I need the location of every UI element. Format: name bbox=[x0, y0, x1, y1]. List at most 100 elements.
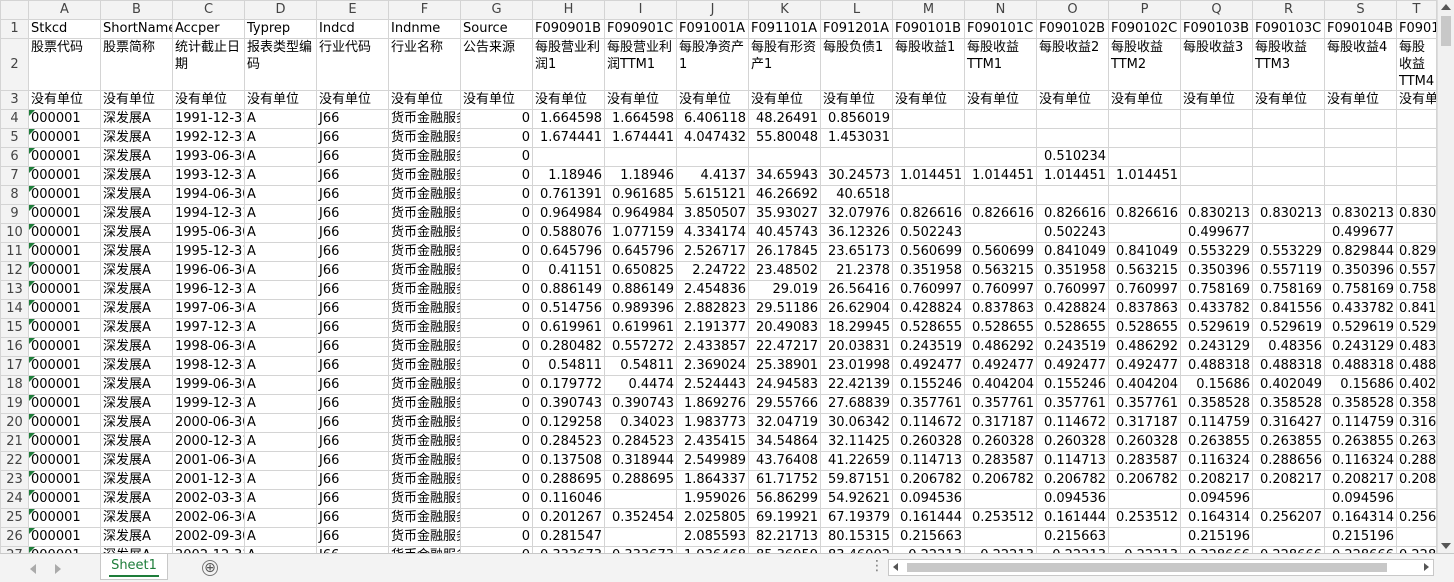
cell[interactable]: 0.15686 bbox=[1180, 375, 1253, 395]
row-header[interactable]: 12 bbox=[0, 261, 29, 281]
cell[interactable]: 1.014451 bbox=[1036, 166, 1109, 186]
cell[interactable]: 000001 bbox=[28, 109, 101, 129]
cell[interactable]: J66 bbox=[316, 128, 389, 148]
column-header[interactable]: T bbox=[1396, 0, 1437, 20]
cell[interactable]: 1997-06-30 bbox=[172, 299, 245, 319]
cell[interactable]: 货币金融服务 bbox=[388, 508, 461, 528]
cell[interactable]: 000001 bbox=[28, 451, 101, 471]
cell[interactable]: 1999-06-30 bbox=[172, 375, 245, 395]
cell[interactable]: 2.433857 bbox=[676, 337, 749, 357]
cell[interactable]: 0.841049 bbox=[1108, 242, 1181, 262]
cell[interactable] bbox=[1396, 109, 1437, 129]
cell[interactable] bbox=[1108, 128, 1181, 148]
cell[interactable]: 0.317187 bbox=[964, 413, 1037, 433]
cell[interactable]: 1992-12-31 bbox=[172, 128, 245, 148]
cell[interactable]: 0.761391 bbox=[532, 185, 605, 205]
column-header[interactable]: B bbox=[100, 0, 173, 20]
cell[interactable]: 0.837863 bbox=[1108, 299, 1181, 319]
cell[interactable]: 货币金融服务 bbox=[388, 204, 461, 224]
cell[interactable]: 0.284523 bbox=[604, 432, 677, 452]
cell[interactable]: 深发展A bbox=[100, 299, 173, 319]
cell[interactable]: F090101C bbox=[964, 19, 1037, 39]
cell[interactable]: 深发展A bbox=[100, 280, 173, 300]
cell[interactable]: 0.529619 bbox=[1180, 318, 1253, 338]
cell[interactable]: 0.155246 bbox=[1036, 375, 1109, 395]
cell[interactable]: A bbox=[244, 128, 317, 148]
cell[interactable]: 1.869276 bbox=[676, 394, 749, 414]
cell[interactable]: 1.674441 bbox=[604, 128, 677, 148]
cell[interactable]: 货币金融服务 bbox=[388, 166, 461, 186]
cell[interactable] bbox=[1180, 147, 1253, 167]
cell[interactable]: 货币金融服务 bbox=[388, 375, 461, 395]
cell[interactable]: 0.492477 bbox=[892, 356, 965, 376]
column-header[interactable]: L bbox=[820, 0, 893, 20]
cell[interactable]: Accper bbox=[172, 19, 245, 39]
cell[interactable]: 0 bbox=[460, 432, 533, 452]
cell[interactable]: 没有单位 bbox=[460, 90, 533, 110]
cell[interactable]: 000001 bbox=[28, 147, 101, 167]
vertical-scrollbar[interactable] bbox=[1437, 0, 1454, 553]
cell[interactable]: 0.404204 bbox=[964, 375, 1037, 395]
cell[interactable]: 2002-06-30 bbox=[172, 508, 245, 528]
cell[interactable]: 0.486292 bbox=[964, 337, 1037, 357]
row-header[interactable]: 15 bbox=[0, 318, 29, 338]
cell[interactable]: 0.358528 bbox=[1252, 394, 1325, 414]
cell[interactable]: 0.357761 bbox=[892, 394, 965, 414]
cell[interactable]: 000001 bbox=[28, 261, 101, 281]
cell[interactable]: 0.350396 bbox=[1180, 261, 1253, 281]
cell[interactable]: J66 bbox=[316, 432, 389, 452]
cell[interactable]: 2002-03-31 bbox=[172, 489, 245, 509]
cell[interactable]: 2.435415 bbox=[676, 432, 749, 452]
cell[interactable]: F090901C bbox=[604, 19, 677, 39]
cell[interactable]: J66 bbox=[316, 166, 389, 186]
cell[interactable]: 80.15315 bbox=[820, 527, 893, 547]
cell[interactable] bbox=[1396, 223, 1437, 243]
cell[interactable]: 没有单位 bbox=[28, 90, 101, 110]
cell[interactable]: 000001 bbox=[28, 128, 101, 148]
cell[interactable] bbox=[1108, 109, 1181, 129]
cell[interactable]: 没有单位 bbox=[532, 90, 605, 110]
cell[interactable]: 没有单位 bbox=[388, 90, 461, 110]
cell[interactable]: 0.553229 bbox=[1252, 242, 1325, 262]
row-header[interactable]: 13 bbox=[0, 280, 29, 300]
cell[interactable]: 43.76408 bbox=[748, 451, 821, 471]
cell[interactable]: 0.260328 bbox=[892, 432, 965, 452]
cell[interactable]: 56.86299 bbox=[748, 489, 821, 509]
cell[interactable]: 0 bbox=[460, 223, 533, 243]
cell[interactable]: 货币金融服务 bbox=[388, 147, 461, 167]
cell[interactable]: F090103B bbox=[1180, 19, 1253, 39]
add-sheet-icon[interactable]: ⊕ bbox=[202, 560, 218, 576]
cell[interactable]: 0.206782 bbox=[1108, 470, 1181, 490]
column-header[interactable]: D bbox=[244, 0, 317, 20]
cell[interactable]: A bbox=[244, 318, 317, 338]
cell[interactable]: 67.19379 bbox=[820, 508, 893, 528]
cell[interactable]: 2000-06-30 bbox=[172, 413, 245, 433]
cell[interactable]: 1994-12-31 bbox=[172, 204, 245, 224]
cell[interactable]: 没有单位 bbox=[892, 90, 965, 110]
cell[interactable]: J66 bbox=[316, 527, 389, 547]
cell[interactable]: 股票代码 bbox=[28, 38, 101, 91]
cell[interactable]: J66 bbox=[316, 356, 389, 376]
cell[interactable]: 0.528655 bbox=[1108, 318, 1181, 338]
cell[interactable] bbox=[1324, 109, 1397, 129]
cell[interactable]: 0.094536 bbox=[892, 489, 965, 509]
cell[interactable]: A bbox=[244, 394, 317, 414]
cell[interactable]: 0 bbox=[460, 185, 533, 205]
cell[interactable]: 深发展A bbox=[100, 432, 173, 452]
cell[interactable]: 40.45743 bbox=[748, 223, 821, 243]
cell[interactable]: 货币金融服务 bbox=[388, 318, 461, 338]
cell[interactable]: 0.206782 bbox=[964, 470, 1037, 490]
row-header[interactable]: 8 bbox=[0, 185, 29, 205]
cell[interactable]: A bbox=[244, 470, 317, 490]
cell[interactable]: 0 bbox=[460, 470, 533, 490]
cell[interactable] bbox=[1324, 147, 1397, 167]
cell[interactable]: 货币金融服务 bbox=[388, 280, 461, 300]
cell[interactable]: 没有单位 bbox=[1108, 90, 1181, 110]
cell[interactable]: 0.48356 bbox=[1252, 337, 1325, 357]
cell[interactable]: 34.54864 bbox=[748, 432, 821, 452]
cell[interactable]: 22.42139 bbox=[820, 375, 893, 395]
cell[interactable]: 0.164314 bbox=[1180, 508, 1253, 528]
cell[interactable]: F090901B bbox=[532, 19, 605, 39]
cell[interactable]: 股票简称 bbox=[100, 38, 173, 91]
cell[interactable] bbox=[964, 185, 1037, 205]
